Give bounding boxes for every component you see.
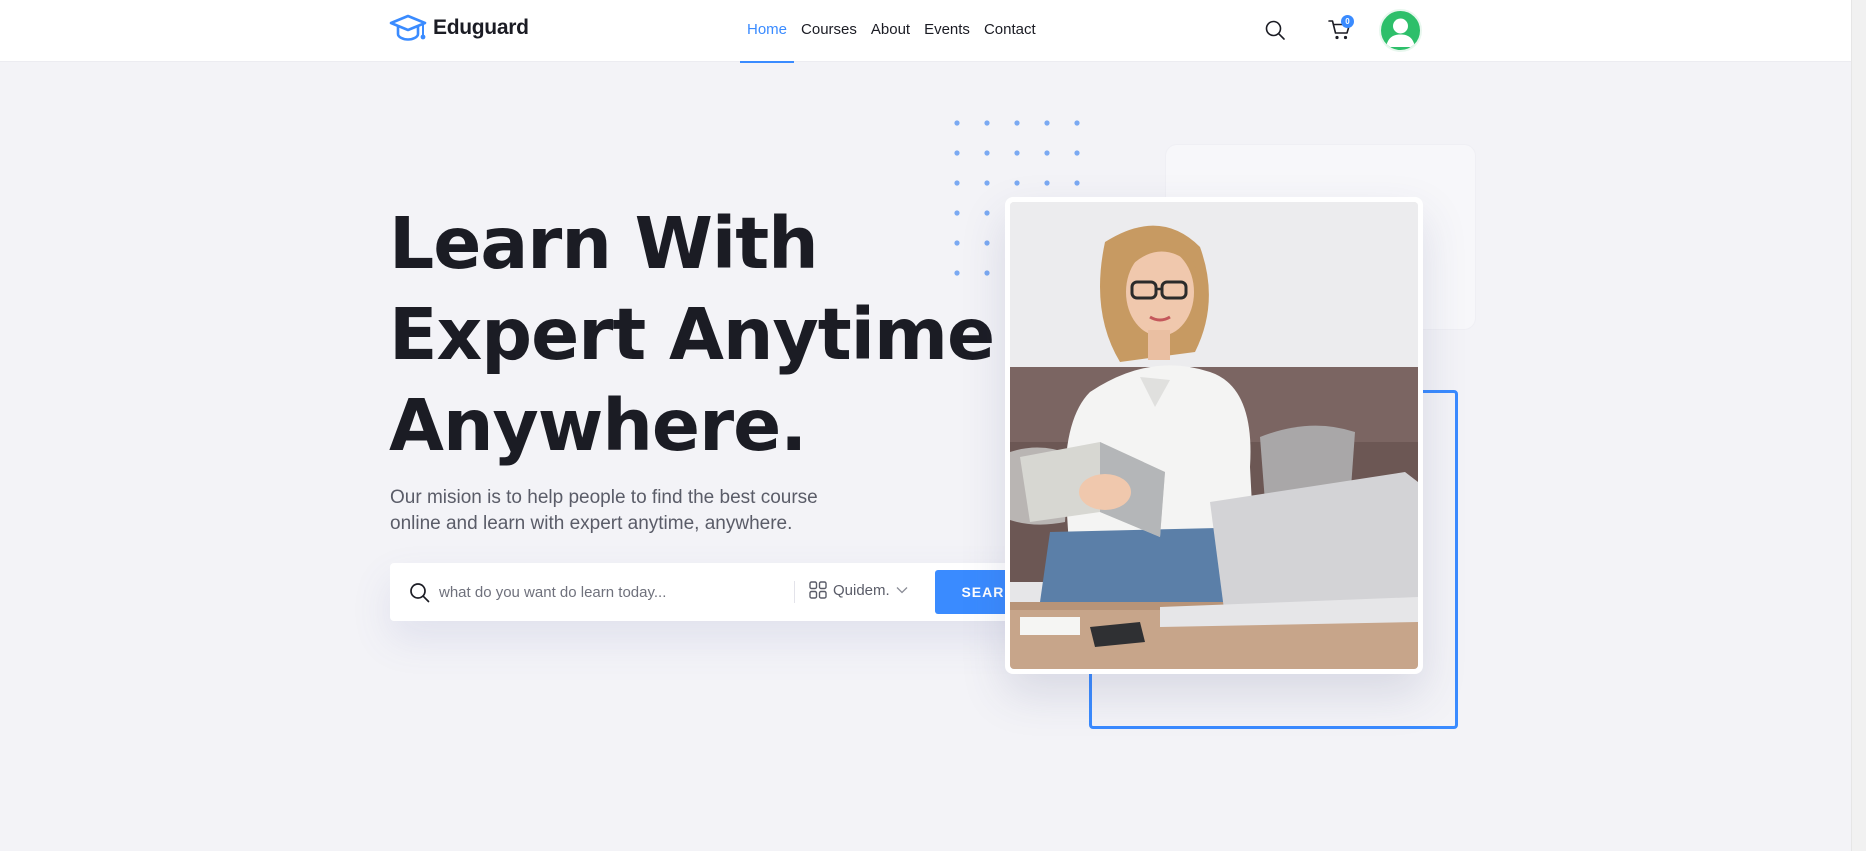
user-icon [1386,18,1415,47]
nav-item-contact[interactable]: Contact [977,0,1043,62]
hero-description-line-1: Our mision is to help people to find the… [390,487,818,508]
brand-name: Eduguard [433,16,529,39]
hero-title: Learn With Expert Anytime Anywhere. [389,198,1009,471]
user-avatar[interactable] [1379,9,1422,52]
graduation-cap-icon [389,14,427,41]
cart-count-badge: 0 [1341,15,1354,28]
hero-title-line-3: Anywhere. [389,384,807,467]
hero-title-line-2: Expert Anytime [389,293,995,376]
hero-photo-woman-reading [1010,202,1418,669]
hero-title-line-1: Learn With [389,202,819,285]
category-select-value: Quidem. [833,581,890,599]
course-search-bar: Quidem. SEARCH [390,563,1060,621]
nav-item-home[interactable]: Home [740,0,795,63]
hero-image-frame [1005,197,1423,674]
brand-logo[interactable]: Eduguard [389,13,529,43]
chevron-down-icon [896,587,908,594]
grid-icon [809,581,827,599]
search-icon [410,583,430,603]
nav-item-courses[interactable]: Courses [794,0,864,62]
hero-description-line-2: online and learn with expert anytime, an… [390,513,793,534]
header-search-button[interactable] [1264,19,1286,46]
search-divider [794,581,795,603]
category-select[interactable]: Quidem. [809,581,908,599]
nav-item-events[interactable]: Events [917,0,977,62]
search-icon [1265,20,1285,40]
site-header: Eduguard Home Courses About Events Conta… [0,0,1851,63]
page-scrollbar[interactable] [1851,0,1866,851]
nav-item-about[interactable]: About [864,0,917,62]
main-nav: Home Courses About Events Contact [740,0,1043,63]
hero-description: Our mision is to help people to find the… [390,485,860,537]
course-search-input[interactable] [439,577,769,607]
